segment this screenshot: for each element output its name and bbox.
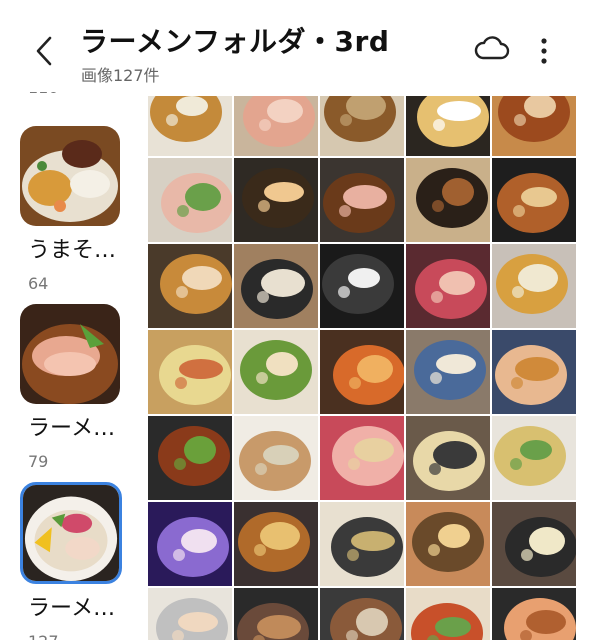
photo-thumbnail[interactable] (492, 502, 576, 586)
photo-thumbnail[interactable] (492, 158, 576, 242)
photo-thumbnail[interactable] (406, 96, 490, 156)
photo-thumbnail[interactable] (406, 158, 490, 242)
photo-thumbnail[interactable] (234, 330, 318, 414)
album-item-ramen-1[interactable]: ラーメ… 79 (20, 304, 122, 471)
back-arrow-icon[interactable] (28, 34, 62, 68)
photo-thumbnail[interactable] (148, 330, 232, 414)
album-thumbnail (20, 304, 120, 404)
photo-thumbnail[interactable] (406, 588, 490, 640)
photo-thumbnail[interactable] (234, 96, 318, 156)
photo-thumbnail[interactable] (406, 502, 490, 586)
photo-thumbnail[interactable] (320, 416, 404, 500)
photo-thumbnail[interactable] (148, 96, 232, 156)
album-title: ラーメンフォルダ・3rd (80, 25, 390, 58)
photo-thumbnail[interactable] (320, 502, 404, 586)
photo-thumbnail[interactable] (148, 416, 232, 500)
album-name: うまそ… (28, 238, 117, 263)
photo-thumbnail[interactable] (234, 244, 318, 328)
album-count: 64 (28, 274, 49, 293)
photo-thumbnail[interactable] (492, 244, 576, 328)
app-header: ラーメンフォルダ・3rd 画像127件 (0, 0, 590, 92)
album-count-cut: 110 (28, 92, 59, 97)
photo-thumbnail[interactable] (492, 96, 576, 156)
photo-thumbnail[interactable] (320, 158, 404, 242)
photo-thumbnail[interactable] (320, 96, 404, 156)
photo-thumbnail[interactable] (320, 244, 404, 328)
photo-thumbnail[interactable] (406, 244, 490, 328)
cloud-icon[interactable] (474, 34, 510, 64)
photo-thumbnail[interactable] (406, 416, 490, 500)
photo-thumbnail[interactable] (492, 416, 576, 500)
photo-thumbnail[interactable] (234, 502, 318, 586)
photo-thumbnail[interactable] (234, 416, 318, 500)
album-thumbnail (20, 126, 120, 226)
photo-thumbnail[interactable] (320, 588, 404, 640)
more-options-icon[interactable] (532, 36, 556, 66)
photo-thumbnail[interactable] (148, 244, 232, 328)
photo-thumbnail[interactable] (234, 588, 318, 640)
photo-thumbnail[interactable] (148, 158, 232, 242)
album-name: ラーメ… (28, 416, 116, 441)
album-item-umaso[interactable]: うまそ… 64 (20, 126, 122, 293)
photo-thumbnail[interactable] (492, 330, 576, 414)
album-sidebar: 110 うまそ… 64 ラーメ… (0, 92, 146, 640)
photo-thumbnail[interactable] (320, 330, 404, 414)
photo-thumbnail[interactable] (148, 502, 232, 586)
photo-thumbnail[interactable] (406, 330, 490, 414)
album-count: 79 (28, 452, 49, 471)
photo-thumbnail[interactable] (234, 158, 318, 242)
album-count: 127 (28, 632, 122, 640)
album-name: ラーメ… (28, 596, 116, 621)
album-thumbnail (20, 482, 122, 584)
photo-thumbnail[interactable] (148, 588, 232, 640)
album-item-ramen-folder-3rd[interactable]: ラーメ… 127 (20, 482, 122, 640)
image-count: 画像127件 (81, 66, 160, 85)
photo-thumbnail[interactable] (492, 588, 576, 640)
photo-grid (148, 96, 590, 640)
